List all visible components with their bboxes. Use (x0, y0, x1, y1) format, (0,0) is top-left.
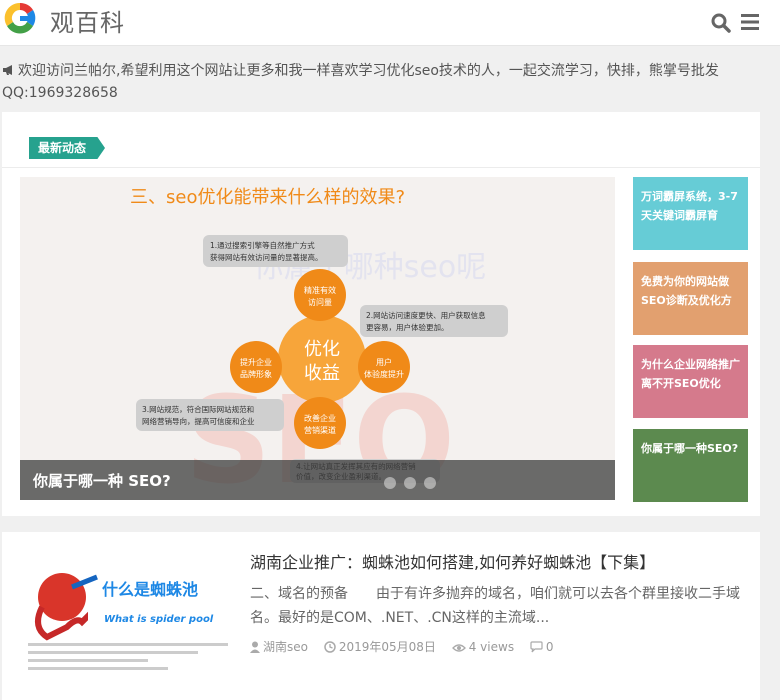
site-notice: 欢迎访问兰帕尔,希望利用这个网站让更多和我一样喜欢学习优化seo技术的人，一起交… (0, 60, 780, 104)
note-3: 3.网站规范，符合国际网站规范和 (142, 404, 254, 414)
note-box-2 (360, 305, 508, 337)
article-excerpt: 二、域名的预备 由于有许多抛弃的域名，咱们就可以去各个群里接收二手域名。最好的是… (250, 586, 740, 626)
meta-author[interactable]: 湖南seo (250, 638, 308, 655)
spider-figure (38, 573, 86, 621)
svg-text:提升企业: 提升企业 (240, 357, 272, 367)
center-label-1: 优化 (304, 339, 340, 360)
side-tile-4[interactable]: 你属于哪一种SEO? (633, 429, 748, 502)
featured-card: 最新动态 SEO 你属于哪种seo呢 三、seo优化能带来什么样的效果? 1.通… (2, 112, 760, 516)
note-box-1 (203, 235, 348, 267)
note-box-3 (136, 399, 284, 431)
notice-qq: QQ:1969328658 (2, 85, 118, 101)
meta-date: 2019年05月08日 (324, 638, 436, 655)
slide-image: SEO 你属于哪种seo呢 三、seo优化能带来什么样的效果? 1.通过搜索引擎… (20, 177, 615, 500)
svg-text:用户: 用户 (376, 357, 392, 367)
svg-text:改善企业: 改善企业 (304, 413, 336, 423)
views-text: 4 views (468, 640, 515, 654)
tab-latest[interactable]: 最新动态 (29, 137, 105, 159)
meta-comments[interactable]: 0 (530, 640, 554, 654)
svg-text:访问量: 访问量 (308, 297, 332, 307)
slide-caption-bar: 你属于哪一种 SEO? (20, 460, 615, 500)
clock-icon (324, 641, 336, 653)
svg-text:网络营销导向，提高可信度和企业: 网络营销导向，提高可信度和企业 (142, 416, 255, 426)
svg-text:精准有效: 精准有效 (304, 285, 336, 295)
megaphone-icon (3, 65, 12, 75)
author-name: 湖南seo (263, 640, 308, 654)
thumbnail-image: 什么是蜘蛛池 What is spider pool (22, 547, 238, 677)
article-meta: 湖南seo 2019年05月08日 4 views 0 (250, 638, 566, 655)
slider-dot[interactable] (424, 477, 436, 489)
thumb-title: 什么是蜘蛛池 (102, 580, 198, 599)
featured-slider[interactable]: SEO 你属于哪种seo呢 三、seo优化能带来什么样的效果? 1.通过搜索引擎… (20, 177, 615, 500)
circle-left (230, 341, 282, 393)
svg-text:更容易，用户体验更加。: 更容易，用户体验更加。 (366, 322, 449, 332)
svg-text:营销渠道: 营销渠道 (304, 425, 336, 435)
comments-text: 0 (545, 640, 554, 654)
eye-icon (451, 644, 466, 652)
slider-dot[interactable] (384, 477, 396, 489)
svg-text:品牌形象: 品牌形象 (240, 369, 272, 379)
slider-dots (384, 474, 444, 489)
site-title[interactable]: 观百科 (50, 3, 125, 38)
circle-right (358, 341, 410, 393)
side-tile-3[interactable]: 为什么企业网络推广离不开SEO优化 (633, 345, 748, 418)
comment-icon (530, 641, 543, 653)
side-tile-2[interactable]: 免费为你的网站做SEO诊断及优化方 (633, 262, 748, 335)
date-text: 2019年05月08日 (338, 640, 436, 654)
article-thumbnail[interactable]: 什么是蜘蛛池 What is spider pool (22, 547, 238, 677)
user-icon (250, 641, 260, 653)
menu-icon[interactable] (740, 12, 760, 32)
slide-caption[interactable]: 你属于哪一种 SEO? (33, 470, 171, 491)
thumb-subtitle: What is spider pool (104, 614, 214, 625)
center-label-2: 收益 (304, 363, 340, 384)
side-tile-1[interactable]: 万词霸屏系统，3-7天关键词霸屏育 (633, 177, 748, 250)
note-1: 1.通过搜索引擎等自然推广方式 (210, 240, 315, 250)
logo-icon[interactable] (2, 0, 38, 36)
meta-views: 4 views (451, 640, 515, 654)
article-item: 什么是蜘蛛池 What is spider pool 湖南企业推广：蜘蛛池如何搭… (2, 532, 760, 700)
svg-text:体验度提升: 体验度提升 (364, 369, 404, 379)
note-2: 2.网站访问速度更快、用户获取信息 (366, 310, 486, 320)
slider-dot[interactable] (404, 477, 416, 489)
circle-bottom (294, 397, 346, 449)
svg-text:获得网站有效访问量的显著提高。: 获得网站有效访问量的显著提高。 (210, 252, 323, 262)
tab-bar: 最新动态 (2, 112, 760, 168)
search-icon[interactable] (710, 12, 732, 34)
slide-heading: 三、seo优化能带来什么样的效果? (130, 187, 405, 208)
circle-top (294, 269, 346, 321)
notice-text: 欢迎访问兰帕尔,希望利用这个网站让更多和我一样喜欢学习优化seo技术的人，一起交… (18, 63, 719, 79)
article-title[interactable]: 湖南企业推广：蜘蛛池如何搭建,如何养好蜘蛛池【下集】 (250, 549, 655, 573)
site-header: 观百科 (0, 0, 780, 46)
